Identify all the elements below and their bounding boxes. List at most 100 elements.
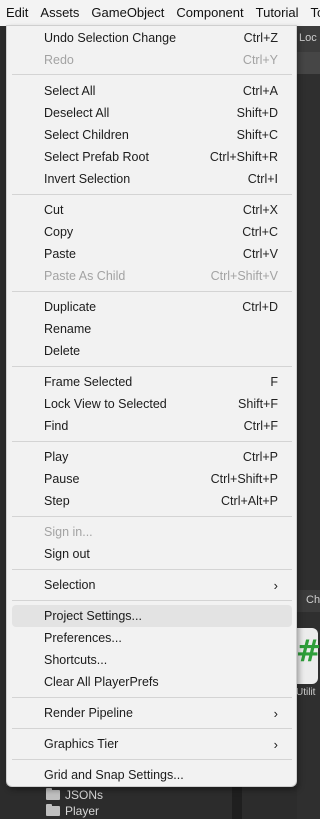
menu-item-label: Frame Selected [44, 375, 133, 389]
menu-item-shortcut: Ctrl+C [242, 225, 278, 239]
panel-header: Ch [297, 590, 320, 612]
menu-item-label: Clear All PlayerPrefs [44, 675, 159, 689]
menu-item-label: Paste As Child [44, 269, 126, 283]
menu-gameobject[interactable]: GameObject [85, 0, 170, 26]
menu-item-label: Play [44, 450, 69, 464]
panel-header-label: Ch [306, 594, 320, 606]
menu-item-project-settings[interactable]: Project Settings... [12, 605, 292, 627]
menu-assets[interactable]: Assets [34, 0, 85, 26]
menu-item-shortcut: Ctrl+Alt+P [221, 494, 278, 508]
menu-item-label: Shortcuts... [44, 653, 108, 667]
menu-item-shortcuts[interactable]: Shortcuts... [12, 649, 292, 671]
edit-menu-dropdown: Undo Selection Change Ctrl+Z Redo Ctrl+Y… [6, 25, 297, 787]
menu-item-cut[interactable]: Cut Ctrl+X [12, 199, 292, 221]
menu-item-shortcut: Ctrl+D [242, 300, 278, 314]
editor-background-right: Loc Ch [297, 26, 320, 819]
menu-item-shortcut: Ctrl+Shift+V [210, 269, 278, 283]
csharp-script-icon: # [296, 634, 320, 669]
folder-item[interactable]: Player [46, 804, 99, 818]
chevron-right-icon: › [273, 705, 278, 721]
menu-item-label: Select All [44, 84, 96, 98]
menu-item-shortcut: Ctrl+F [243, 419, 278, 433]
menu-separator [12, 728, 292, 729]
menu-item-label: Graphics Tier [44, 737, 119, 751]
menu-item-label: Lock View to Selected [44, 397, 167, 411]
menu-item-invert-selection[interactable]: Invert Selection Ctrl+I [12, 168, 292, 190]
folder-item[interactable]: JSONs [46, 788, 103, 802]
folder-icon [46, 788, 60, 800]
menu-item-frame-selected[interactable]: Frame Selected F [12, 371, 292, 393]
menu-item-select-all[interactable]: Select All Ctrl+A [12, 80, 292, 102]
menu-item-pause[interactable]: Pause Ctrl+Shift+P [12, 468, 292, 490]
menu-separator [12, 759, 292, 760]
menu-bar: Edit Assets GameObject Component Tutoria… [0, 0, 320, 26]
menu-item-shortcut: Shift+C [236, 128, 278, 142]
menu-item-shortcut: Ctrl+P [242, 450, 278, 464]
menu-item-label: Duplicate [44, 300, 97, 314]
menu-item-clear-all-playerprefs[interactable]: Clear All PlayerPrefs [12, 671, 292, 693]
menu-item-paste[interactable]: Paste Ctrl+V [12, 243, 292, 265]
menu-item-label: Find [44, 419, 69, 433]
menu-separator [12, 697, 292, 698]
menu-edit[interactable]: Edit [0, 0, 34, 26]
menu-tutorial[interactable]: Tutorial [250, 0, 305, 26]
menu-item-preferences[interactable]: Preferences... [12, 627, 292, 649]
menu-component[interactable]: Component [170, 0, 249, 26]
chevron-right-icon: › [273, 736, 278, 752]
menu-item-shortcut: F [270, 375, 278, 389]
menu-item-label: Invert Selection [44, 172, 131, 186]
menu-item-select-children[interactable]: Select Children Shift+C [12, 124, 292, 146]
menu-item-rename[interactable]: Rename [12, 318, 292, 340]
project-panel [0, 786, 297, 819]
menu-item-grid-and-snap-settings[interactable]: Grid and Snap Settings... [12, 764, 292, 786]
menu-item-label: Sign out [44, 547, 90, 561]
menu-item-shortcut: Ctrl+Y [242, 53, 278, 67]
menu-separator [12, 74, 292, 75]
menu-item-label: Undo Selection Change [44, 31, 177, 45]
menu-item-label: Redo [44, 53, 74, 67]
menu-item-label: Copy [44, 225, 74, 239]
menu-item-label: Project Settings... [44, 609, 142, 623]
menu-separator [12, 194, 292, 195]
menu-item-find[interactable]: Find Ctrl+F [12, 415, 292, 437]
menu-item-deselect-all[interactable]: Deselect All Shift+D [12, 102, 292, 124]
menu-separator [12, 569, 292, 570]
menu-item-label: Selection [44, 578, 96, 592]
menu-item-label: Paste [44, 247, 76, 261]
menu-separator [12, 600, 292, 601]
menu-item-render-pipeline[interactable]: Render Pipeline › [12, 702, 292, 724]
menu-item-lock-view-to-selected[interactable]: Lock View to Selected Shift+F [12, 393, 292, 415]
menu-item-play[interactable]: Play Ctrl+P [12, 446, 292, 468]
menu-item-label: Sign in... [44, 525, 93, 539]
menu-separator [12, 516, 292, 517]
menu-item-shortcut: Shift+D [236, 106, 278, 120]
menu-separator [12, 291, 292, 292]
menu-tools[interactable]: Too [305, 0, 320, 26]
toolbar-strip-2 [297, 52, 320, 74]
folder-icon [46, 804, 60, 816]
menu-item-select-prefab-root[interactable]: Select Prefab Root Ctrl+Shift+R [12, 146, 292, 168]
menu-item-label: Deselect All [44, 106, 110, 120]
menu-separator [12, 441, 292, 442]
menu-item-graphics-tier[interactable]: Graphics Tier › [12, 733, 292, 755]
menu-item-selection[interactable]: Selection › [12, 574, 292, 596]
menu-item-step[interactable]: Step Ctrl+Alt+P [12, 490, 292, 512]
menu-separator [12, 366, 292, 367]
menu-item-delete[interactable]: Delete [12, 340, 292, 362]
menu-item-shortcut: Ctrl+Shift+R [209, 150, 278, 164]
menu-item-duplicate[interactable]: Duplicate Ctrl+D [12, 296, 292, 318]
menu-item-label: Grid and Snap Settings... [44, 768, 184, 782]
toolbar-strip: Loc [297, 26, 320, 52]
scrollbar[interactable] [232, 786, 242, 819]
menu-item-undo[interactable]: Undo Selection Change Ctrl+Z [12, 27, 292, 49]
menu-item-shortcut: Shift+F [238, 397, 278, 411]
menu-item-shortcut: Ctrl+I [247, 172, 278, 186]
menu-item-shortcut: Ctrl+Z [243, 31, 278, 45]
menu-item-shortcut: Ctrl+V [242, 247, 278, 261]
menu-item-sign-out[interactable]: Sign out [12, 543, 292, 565]
chevron-right-icon: › [273, 577, 278, 593]
menu-item-copy[interactable]: Copy Ctrl+C [12, 221, 292, 243]
menu-item-label: Preferences... [44, 631, 122, 645]
menu-item-paste-as-child: Paste As Child Ctrl+Shift+V [12, 265, 292, 287]
menu-item-label: Cut [44, 203, 64, 217]
